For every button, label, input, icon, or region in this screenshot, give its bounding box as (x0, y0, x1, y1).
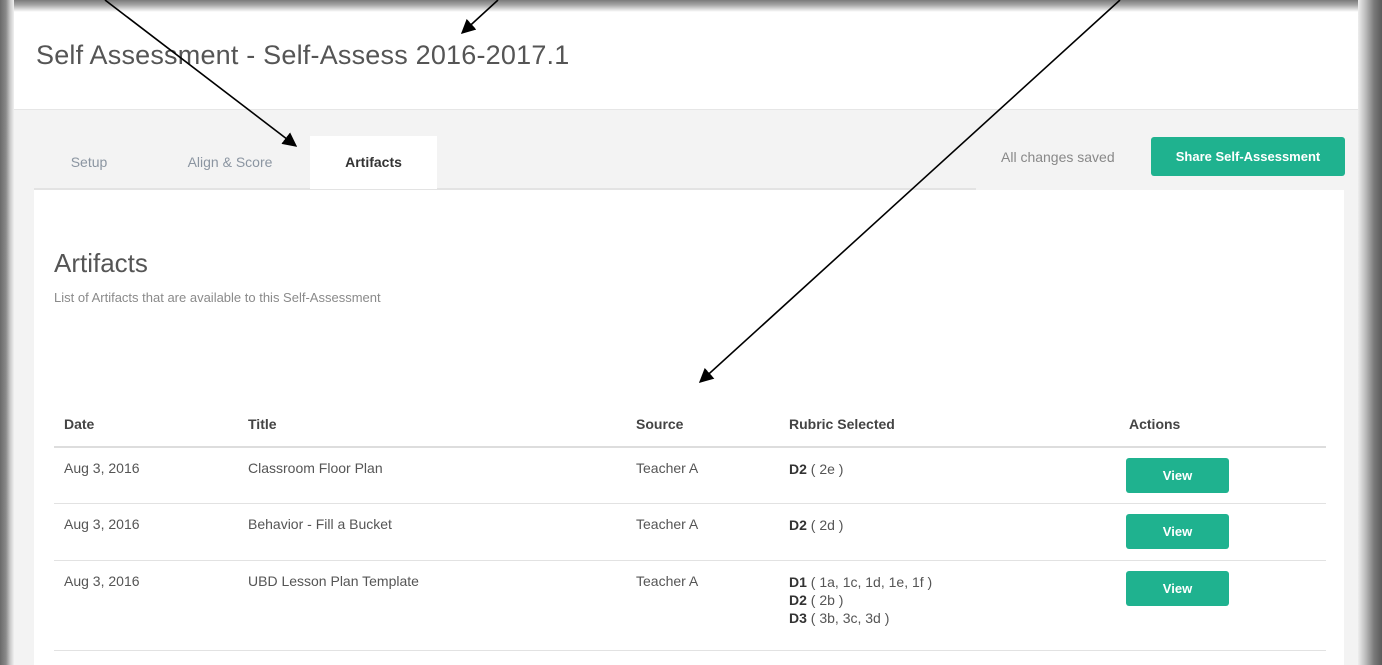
cell-title: UBD Lesson Plan Template (248, 560, 636, 651)
rubric-domain: D3 (789, 609, 807, 626)
column-header-rubric: Rubric Selected (789, 402, 1129, 448)
save-status: All changes saved (1001, 149, 1115, 165)
rubric-items: ( 2d ) (810, 516, 844, 533)
tab-setup[interactable]: Setup (34, 136, 144, 189)
rubric-items: ( 1a, 1c, 1d, 1e, 1f ) (810, 573, 933, 590)
cell-actions: View (1126, 447, 1326, 504)
rubric-entry: D1 ( 1a, 1c, 1d, 1e, 1f ) (789, 573, 1129, 591)
cell-date: Aug 3, 2016 (54, 447, 248, 504)
tab-align-score[interactable]: Align & Score (152, 136, 308, 189)
rubric-domain: D2 (789, 461, 807, 477)
rubric-items: ( 2b ) (810, 591, 844, 608)
cell-title: Behavior - Fill a Bucket (248, 503, 636, 561)
section-title: Artifacts (54, 248, 148, 278)
artifacts-panel: Artifacts List of Artifacts that are ava… (34, 190, 1344, 665)
rubric-domain: D2 (789, 516, 807, 533)
rubric-entry: D2 ( 2e ) (789, 460, 1129, 478)
column-header-actions: Actions (1129, 402, 1326, 448)
rubric-items: ( 3b, 3c, 3d ) (810, 609, 890, 626)
cell-actions: View (1126, 503, 1326, 561)
cell-rubric: D1 ( 1a, 1c, 1d, 1e, 1f ) D2 ( 2b ) D3 (… (789, 560, 1129, 651)
column-header-date: Date (54, 402, 248, 448)
rubric-entry: D2 ( 2d ) (789, 516, 1129, 534)
rubric-domain: D2 (789, 591, 807, 608)
view-button[interactable]: View (1126, 513, 1229, 549)
artifacts-table: Date Title Source Rubric Selected Action… (54, 402, 1326, 651)
cell-source: Teacher A (636, 447, 789, 504)
share-self-assessment-button[interactable]: Share Self-Assessment (1151, 137, 1345, 176)
cell-title: Classroom Floor Plan (248, 447, 636, 504)
cell-date: Aug 3, 2016 (54, 503, 248, 561)
window-shadow-right (1358, 0, 1382, 665)
page-header: Self Assessment - Self-Assess 2016-2017.… (14, 12, 1358, 110)
window-shadow-top (0, 0, 1382, 12)
table-header-row: Date Title Source Rubric Selected Action… (54, 402, 1326, 448)
cell-rubric: D2 ( 2e ) (789, 447, 1129, 504)
view-button[interactable]: View (1126, 458, 1229, 493)
cell-actions: View (1126, 560, 1326, 651)
section-subtitle: List of Artifacts that are available to … (54, 290, 381, 305)
page-title: Self Assessment - Self-Assess 2016-2017.… (36, 40, 570, 70)
window-shadow-left (0, 0, 14, 665)
table-row: Aug 3, 2016 Classroom Floor Plan Teacher… (54, 447, 1326, 504)
column-header-source: Source (636, 402, 789, 448)
table-row: Aug 3, 2016 UBD Lesson Plan Template Tea… (54, 560, 1326, 651)
app-window: Self Assessment - Self-Assess 2016-2017.… (0, 0, 1382, 665)
cell-date: Aug 3, 2016 (54, 560, 248, 651)
view-button[interactable]: View (1126, 570, 1229, 606)
rubric-domain: D1 (789, 573, 807, 590)
cell-rubric: D2 ( 2d ) (789, 503, 1129, 561)
rubric-entry: D2 ( 2b ) (789, 591, 1129, 609)
cell-source: Teacher A (636, 560, 789, 651)
tab-bar: Setup Align & Score Artifacts (34, 136, 976, 191)
rubric-entry: D3 ( 3b, 3c, 3d ) (789, 609, 1129, 627)
table-row: Aug 3, 2016 Behavior - Fill a Bucket Tea… (54, 503, 1326, 561)
rubric-items: ( 2e ) (810, 461, 844, 477)
tab-artifacts[interactable]: Artifacts (310, 136, 437, 189)
column-header-title: Title (248, 402, 636, 448)
cell-source: Teacher A (636, 503, 789, 561)
